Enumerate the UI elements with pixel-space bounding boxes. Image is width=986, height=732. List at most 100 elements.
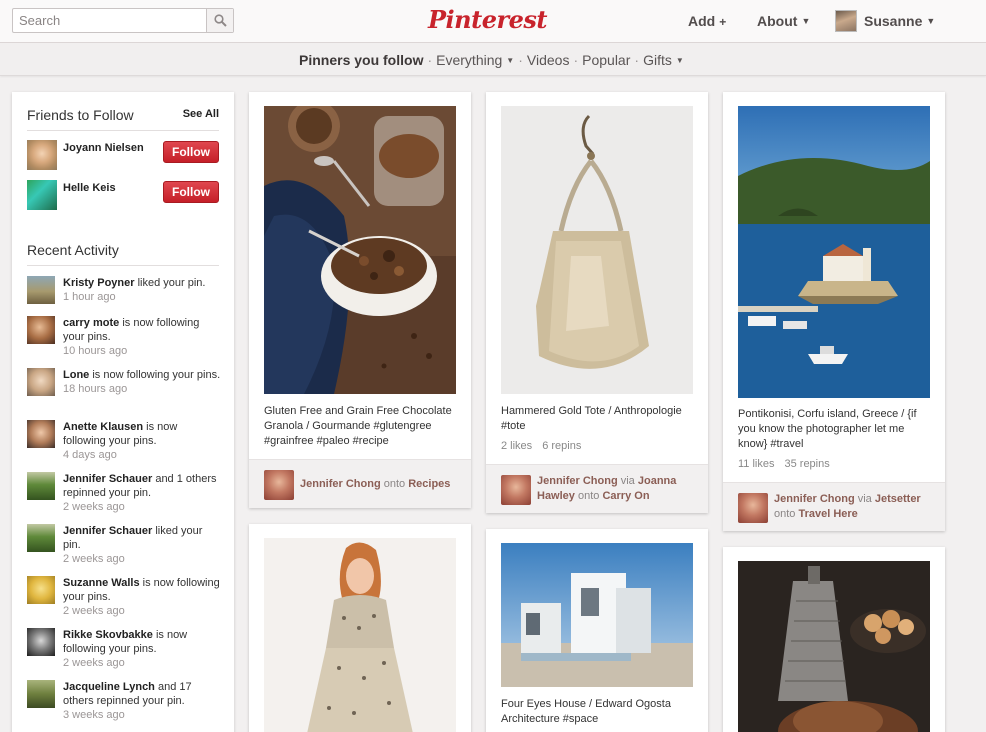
nav-popular[interactable]: Popular: [582, 52, 630, 68]
activity-avatar[interactable]: [27, 472, 55, 500]
activity-user[interactable]: Kristy Poyner: [63, 277, 135, 289]
pin-image[interactable]: [738, 106, 930, 398]
pin-description: Four Eyes House / Edward Ogosta Architec…: [501, 698, 671, 725]
pin-card[interactable]: [723, 547, 945, 732]
activity-user[interactable]: carry mote: [63, 317, 119, 329]
board-name[interactable]: Carry On: [602, 490, 649, 502]
sidebar: Friends to Follow See All Joyann Nielsen…: [12, 92, 234, 732]
activity-avatar[interactable]: [27, 276, 55, 304]
activity-time: 1 hour ago: [63, 291, 116, 303]
recent-activity-title: Recent Activity: [27, 242, 119, 258]
activity-time: 2 weeks ago: [63, 501, 125, 513]
search-button[interactable]: [206, 9, 233, 32]
activity-user[interactable]: Jennifer Schauer: [63, 525, 152, 537]
activity-time: 18 hours ago: [63, 383, 128, 395]
follow-button[interactable]: Follow: [163, 141, 219, 163]
activity-item: Jacqueline Lynch and 17 others repinned …: [63, 680, 223, 722]
repins-count[interactable]: 35 repins: [784, 458, 829, 470]
chevron-down-icon: ▼: [506, 56, 515, 65]
onto-text: onto: [383, 478, 406, 490]
activity-user[interactable]: Jennifer Schauer: [63, 473, 152, 485]
pin-description: Gluten Free and Grain Free Chocolate Gra…: [264, 405, 452, 447]
activity-avatar[interactable]: [27, 576, 55, 604]
pin-image[interactable]: [501, 543, 693, 687]
pin-card[interactable]: [249, 524, 471, 732]
pin-image[interactable]: [264, 538, 456, 732]
board-name[interactable]: Travel Here: [798, 508, 857, 520]
likes-count[interactable]: 2 likes: [501, 440, 532, 452]
pinner-avatar[interactable]: [738, 493, 768, 523]
friend-avatar[interactable]: [27, 180, 57, 210]
chevron-down-icon: ▼: [926, 16, 936, 26]
activity-avatar[interactable]: [27, 368, 55, 396]
about-menu[interactable]: About ▼: [757, 13, 810, 29]
via-user[interactable]: Jetsetter: [875, 493, 921, 505]
activity-avatar[interactable]: [27, 524, 55, 552]
pin-card[interactable]: Pontikonisi, Corfu island, Greece / {if …: [723, 92, 945, 531]
pinner-name[interactable]: Jennifer Chong: [774, 493, 855, 505]
friends-to-follow-heading: Friends to Follow See All: [27, 107, 219, 123]
pin-image[interactable]: [264, 106, 456, 394]
add-label: Add: [688, 13, 716, 29]
nav-videos[interactable]: Videos: [527, 52, 570, 68]
activity-item: Lone is now following your pins. 18 hour…: [63, 368, 223, 396]
onto-text: onto: [774, 508, 796, 520]
activity-item: Suzanne Walls is now following your pins…: [63, 576, 223, 618]
search-icon: [214, 14, 227, 27]
friend-avatar[interactable]: [27, 140, 57, 170]
search-box[interactable]: [12, 8, 234, 33]
pinner-name[interactable]: Jennifer Chong: [300, 478, 381, 490]
nav-everything[interactable]: Everything ▼: [436, 52, 514, 68]
activity-time: 2 weeks ago: [63, 657, 125, 669]
friend-name[interactable]: Helle Keis: [63, 182, 116, 194]
pin-image[interactable]: [501, 106, 693, 394]
pinterest-logo[interactable]: Pinterest: [428, 5, 547, 37]
activity-user[interactable]: Suzanne Walls: [63, 577, 140, 589]
board-name[interactable]: Recipes: [408, 478, 450, 490]
see-all-link[interactable]: See All: [183, 108, 219, 120]
pin-attribution: Jennifer Chong via Jetsetter onto Travel…: [723, 482, 945, 531]
friend-name[interactable]: Joyann Nielsen: [63, 142, 144, 154]
activity-time: 3 weeks ago: [63, 709, 125, 721]
pin-attribution: Jennifer Chong via Joanna Hawley onto Ca…: [486, 464, 708, 513]
activity-avatar[interactable]: [27, 420, 55, 448]
activity-time: 4 days ago: [63, 449, 117, 461]
activity-item: Anette Klausen is now following your pin…: [63, 420, 223, 462]
pinner-avatar[interactable]: [264, 470, 294, 500]
user-menu[interactable]: Susanne ▼: [864, 13, 935, 29]
nav-gifts-label: Gifts: [643, 52, 672, 68]
activity-time: 10 hours ago: [63, 345, 128, 357]
via-text: via: [857, 493, 872, 505]
pin-card[interactable]: Gluten Free and Grain Free Chocolate Gra…: [249, 92, 471, 508]
pin-image[interactable]: [738, 561, 930, 732]
user-avatar[interactable]: [835, 10, 857, 32]
chevron-down-icon: ▼: [801, 16, 811, 26]
pinner-name[interactable]: Jennifer Chong: [537, 475, 618, 487]
likes-count[interactable]: 11 likes: [738, 458, 774, 470]
about-label: About: [757, 13, 798, 29]
category-nav: Pinners you follow · Everything ▼ · Videos · Po…: [0, 43, 986, 76]
activity-avatar[interactable]: [27, 316, 55, 344]
pin-card[interactable]: Four Eyes House / Edward Ogosta Architec…: [486, 529, 708, 732]
follow-button[interactable]: Follow: [163, 181, 219, 203]
pinner-avatar[interactable]: [501, 475, 531, 505]
activity-user[interactable]: Jacqueline Lynch: [63, 681, 155, 693]
pin-description: Pontikonisi, Corfu island, Greece / {if …: [738, 408, 917, 450]
nav-pinners-you-follow[interactable]: Pinners you follow: [299, 52, 423, 68]
activity-avatar[interactable]: [27, 628, 55, 656]
search-input[interactable]: [13, 9, 206, 32]
activity-user[interactable]: Rikke Skovbakke: [63, 629, 153, 641]
pin-description: Hammered Gold Tote / Anthropologie #tote: [501, 405, 682, 432]
nav-separator: ·: [634, 52, 640, 68]
activity-user[interactable]: Lone: [63, 369, 89, 381]
pin-stats: 2 likes 6 repins: [501, 440, 581, 452]
add-menu[interactable]: Add +: [688, 13, 726, 29]
nav-gifts[interactable]: Gifts ▼: [643, 52, 684, 68]
plus-icon: +: [719, 15, 727, 29]
repins-count[interactable]: 6 repins: [542, 440, 581, 452]
activity-avatar[interactable]: [27, 680, 55, 708]
activity-user[interactable]: Anette Klausen: [63, 421, 143, 433]
pin-card[interactable]: Hammered Gold Tote / Anthropologie #tote…: [486, 92, 708, 513]
divider: [27, 130, 219, 131]
activity-text: liked your pin.: [134, 277, 206, 289]
